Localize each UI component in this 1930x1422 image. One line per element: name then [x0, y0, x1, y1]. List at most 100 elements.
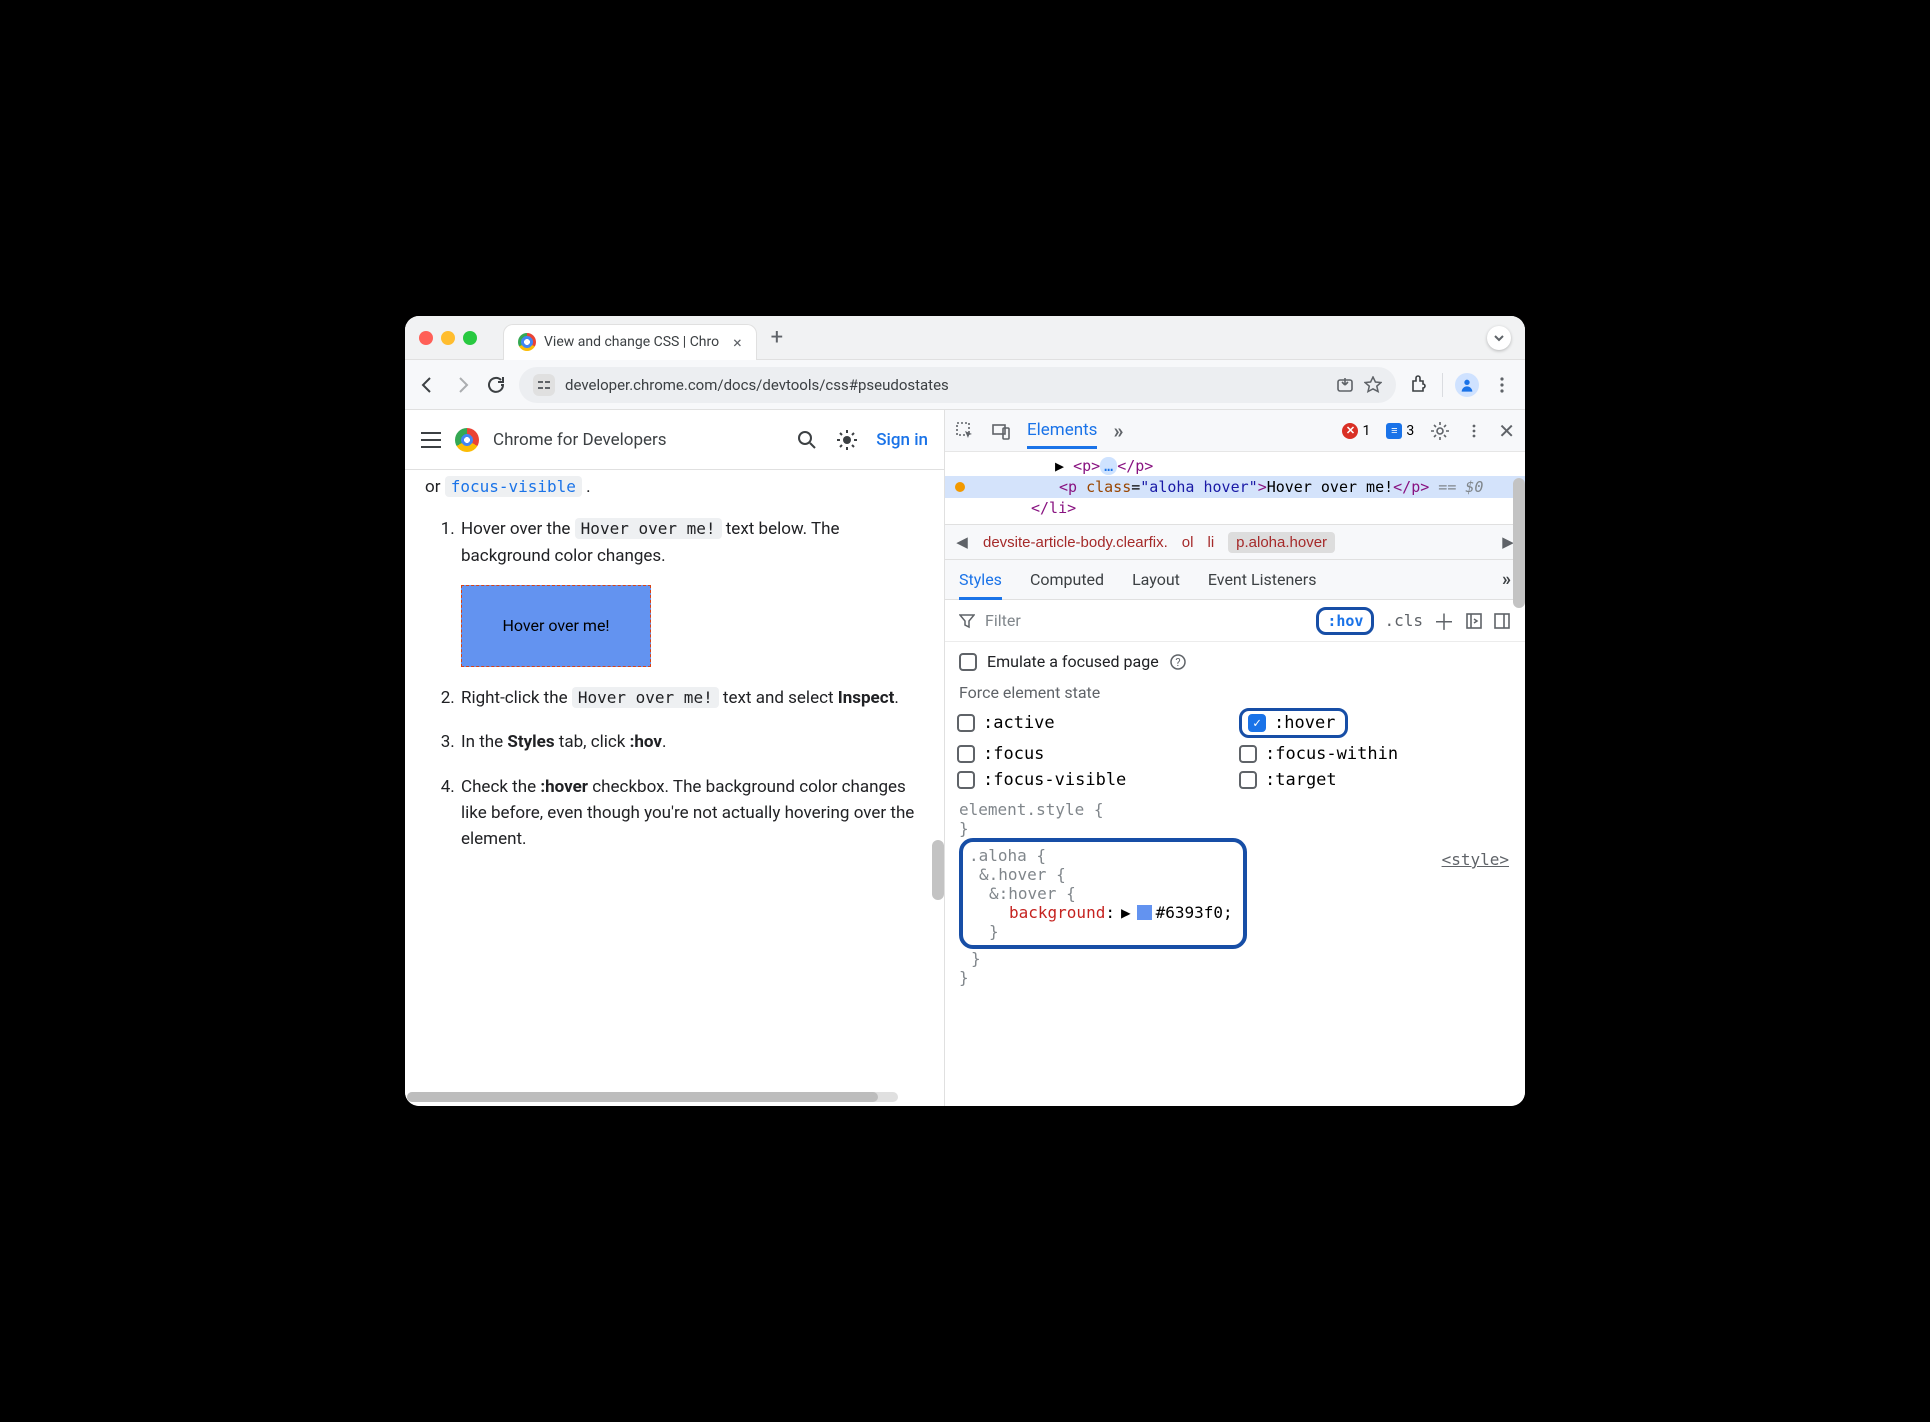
back-button[interactable]: [417, 374, 439, 396]
checkbox-focus-visible[interactable]: [957, 771, 975, 789]
reload-button[interactable]: [485, 374, 507, 396]
dom-row[interactable]: ▶ <p>…</p>: [945, 456, 1525, 476]
browser-menu-icon[interactable]: [1491, 374, 1513, 396]
breadcrumb-item-selected[interactable]: p.aloha.hover: [1228, 532, 1335, 553]
dom-row-selected[interactable]: <p class="aloha hover">Hover over me!</p…: [945, 476, 1525, 498]
dom-selection-indicator-icon: [955, 482, 965, 492]
browser-window: View and change CSS | Chro × + developer…: [405, 316, 1525, 1106]
style-rules[interactable]: element.style { } <style> .aloha { &.hov…: [945, 800, 1525, 1001]
steps-list: Hover over the Hover over me! text below…: [441, 516, 930, 852]
checkbox-focus[interactable]: [957, 745, 975, 763]
site-settings-icon[interactable]: [533, 374, 555, 396]
breadcrumb-item[interactable]: ol: [1182, 534, 1194, 551]
help-icon[interactable]: ?: [1169, 653, 1187, 671]
state-focus-within[interactable]: :focus-within: [1239, 744, 1513, 764]
page-vertical-scrollbar[interactable]: [932, 840, 944, 900]
error-icon: ✕: [1342, 423, 1358, 439]
checkbox-target[interactable]: [1239, 771, 1257, 789]
page-horizontal-scrollbar[interactable]: [407, 1092, 898, 1102]
filter-funnel-icon[interactable]: [959, 613, 975, 629]
color-swatch-icon[interactable]: [1137, 905, 1152, 920]
url-text: developer.chrome.com/docs/devtools/css#p…: [565, 376, 1326, 394]
step-3: In the Styles tab, click :hov.: [459, 729, 930, 755]
inspect-element-icon[interactable]: [955, 421, 975, 441]
browser-tab[interactable]: View and change CSS | Chro ×: [503, 324, 757, 360]
state-focus[interactable]: :focus: [957, 744, 1231, 764]
breadcrumb-item[interactable]: li: [1207, 534, 1214, 551]
new-tab-button[interactable]: +: [771, 325, 783, 350]
emulate-focused-checkbox[interactable]: [959, 653, 977, 671]
code-focus-visible[interactable]: focus-visible: [445, 476, 582, 497]
page-body: or focus-visible . Hover over the Hover …: [405, 470, 944, 891]
site-title: Chrome for Developers: [493, 430, 667, 450]
device-toolbar-icon[interactable]: [991, 421, 1011, 441]
tab-computed[interactable]: Computed: [1030, 570, 1104, 589]
maximize-window[interactable]: [463, 331, 477, 345]
tabs-overflow[interactable]: »: [1113, 419, 1123, 443]
dom-row[interactable]: </li>: [945, 498, 1525, 518]
element-style-rule[interactable]: element.style {: [959, 800, 1511, 819]
rule-aloha-hover[interactable]: .aloha { &.hover { &:hover { background:…: [959, 838, 1247, 949]
menu-icon[interactable]: [421, 432, 441, 448]
state-focus-visible[interactable]: :focus-visible: [957, 770, 1231, 790]
checkbox-active[interactable]: [957, 714, 975, 732]
hov-toggle-button[interactable]: :hov: [1316, 607, 1374, 635]
profile-avatar[interactable]: [1455, 373, 1479, 397]
code-hover-me-1: Hover over me!: [575, 518, 722, 539]
chevron-left-icon[interactable]: ◀: [955, 533, 969, 551]
styles-tabstrip: Styles Computed Layout Event Listeners »: [945, 560, 1525, 600]
forward-button[interactable]: [451, 374, 473, 396]
state-target[interactable]: :target: [1239, 770, 1513, 790]
state-hover[interactable]: ✓:hover: [1239, 708, 1513, 738]
tab-search-button[interactable]: [1487, 326, 1511, 350]
error-counter[interactable]: ✕ 1: [1342, 423, 1370, 439]
bookmark-star-icon[interactable]: [1364, 376, 1382, 394]
extensions-icon[interactable]: [1408, 374, 1430, 396]
svg-text:?: ?: [1175, 656, 1180, 669]
site-logo-chrome: [455, 428, 479, 452]
window-controls: [419, 331, 477, 345]
step-2: Right-click the Hover over me! text and …: [459, 685, 930, 711]
rendering-panel-icon[interactable]: [1493, 612, 1511, 630]
dom-breadcrumbs[interactable]: ◀ devsite-article-body.clearfix. ol li p…: [945, 524, 1525, 560]
styles-filter-input[interactable]: Filter: [985, 611, 1021, 630]
checkbox-hover[interactable]: ✓: [1248, 714, 1266, 732]
devtools-vertical-scrollbar[interactable]: [1513, 478, 1525, 608]
devtools-menu-icon[interactable]: [1466, 423, 1482, 439]
sign-in-link[interactable]: Sign in: [876, 430, 928, 450]
new-style-rule-button[interactable]: ＋: [1433, 605, 1455, 637]
tab-layout[interactable]: Layout: [1132, 570, 1180, 589]
tab-elements[interactable]: Elements: [1027, 420, 1097, 449]
omnibox[interactable]: developer.chrome.com/docs/devtools/css#p…: [519, 367, 1396, 403]
install-app-icon[interactable]: [1336, 376, 1354, 394]
code-hover-me-2: Hover over me!: [572, 687, 719, 708]
devtools-close-icon[interactable]: ✕: [1498, 419, 1515, 443]
rule-source-link[interactable]: <style>: [1442, 850, 1509, 869]
state-active[interactable]: :active: [957, 708, 1231, 738]
issue-counter[interactable]: ≡ 3: [1386, 423, 1414, 439]
page-pane: Chrome for Developers Sign in or focus-v…: [405, 410, 945, 1106]
hover-demo-box[interactable]: Hover over me!: [461, 585, 651, 667]
search-icon[interactable]: [796, 429, 818, 451]
browser-toolbar: developer.chrome.com/docs/devtools/css#p…: [405, 360, 1525, 410]
settings-gear-icon[interactable]: [1430, 421, 1450, 441]
force-state-grid: :active ✓:hover :focus :focus-within :fo…: [945, 708, 1525, 800]
close-window[interactable]: [419, 331, 433, 345]
breadcrumb-item[interactable]: devsite-article-body.clearfix.: [983, 534, 1168, 551]
intro-line: or focus-visible .: [425, 474, 930, 500]
dom-tree[interactable]: ▶ <p>…</p> <p class="aloha hover">Hover …: [945, 452, 1525, 524]
minimize-window[interactable]: [441, 331, 455, 345]
expand-triangle-icon[interactable]: ▶: [1121, 903, 1131, 922]
force-state-title: Force element state: [945, 675, 1525, 708]
tab-event-listeners[interactable]: Event Listeners: [1208, 570, 1317, 589]
cls-toggle-button[interactable]: .cls: [1384, 611, 1423, 630]
checkbox-focus-within[interactable]: [1239, 745, 1257, 763]
styles-tabs-overflow[interactable]: »: [1502, 569, 1511, 590]
title-bar: View and change CSS | Chro × +: [405, 316, 1525, 360]
step-4: Check the :hover checkbox. The backgroun…: [459, 774, 930, 853]
devtools-tabstrip: Elements » ✕ 1 ≡ 3 ✕: [945, 410, 1525, 452]
tab-styles[interactable]: Styles: [959, 570, 1002, 600]
computed-styles-toggle-icon[interactable]: [1465, 612, 1483, 630]
close-tab-icon[interactable]: ×: [733, 333, 742, 352]
theme-toggle-icon[interactable]: [836, 429, 858, 451]
